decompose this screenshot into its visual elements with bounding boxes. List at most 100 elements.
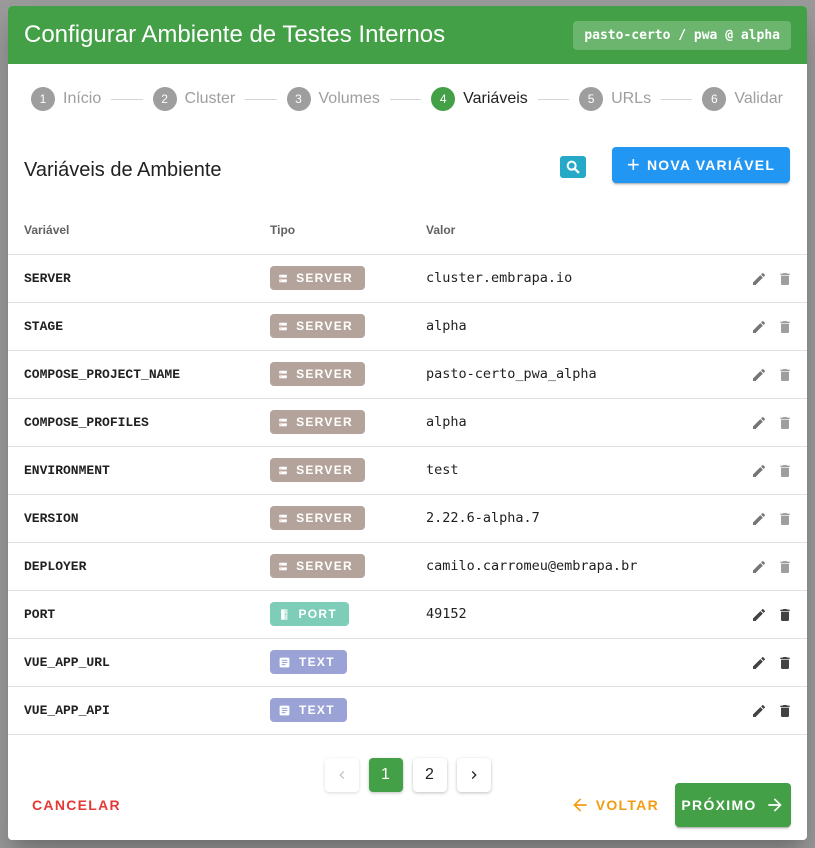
variable-type: SERVER — [254, 302, 410, 351]
edit-icon[interactable] — [751, 703, 767, 719]
delete-icon[interactable] — [777, 463, 793, 479]
edit-icon[interactable] — [751, 511, 767, 527]
server-icon — [279, 466, 287, 474]
header-type: Tipo — [254, 206, 410, 255]
variable-name: SERVER — [8, 254, 254, 303]
row-actions — [725, 398, 807, 447]
type-chip: SERVER — [270, 266, 365, 290]
new-variable-label: NOVA VARIÁVEL — [646, 157, 776, 173]
variable-name: STAGE — [8, 302, 254, 351]
step-label: URLs — [611, 90, 652, 107]
arrow-left-icon — [573, 798, 587, 812]
variable-type: SERVER — [254, 446, 410, 495]
row-actions — [725, 638, 807, 687]
variable-name: COMPOSE_PROJECT_NAME — [8, 350, 254, 399]
variable-name: ENVIRONMENT — [8, 446, 254, 495]
variable-name: PORT — [8, 590, 254, 639]
table-row: COMPOSE_PROFILES SERVER alpha — [8, 398, 807, 447]
search-icon — [566, 160, 580, 174]
type-label: SERVER — [296, 415, 353, 429]
table-header-row: Variável Tipo Valor — [8, 206, 807, 255]
edit-icon[interactable] — [751, 367, 767, 383]
variable-value: test — [410, 446, 725, 495]
plus-icon: + — [626, 152, 641, 177]
step-number: 1 — [31, 87, 55, 111]
back-button[interactable]: VOLTAR — [570, 795, 659, 815]
edit-icon[interactable] — [751, 319, 767, 335]
step-label: Volumes — [318, 90, 380, 107]
variable-type: SERVER — [254, 542, 410, 591]
stepper: 1 Início 2 Cluster 3 Volumes 4 Variáveis 5 URLs 6 V… — [8, 64, 807, 134]
step-2[interactable]: 2 Cluster — [152, 87, 235, 111]
step-label: Início — [63, 90, 102, 107]
row-actions — [725, 542, 807, 591]
delete-icon[interactable] — [777, 319, 793, 335]
back-label: VOLTAR — [595, 797, 659, 813]
variables-table: Variável Tipo Valor SERVER SERVER cluster.… — [8, 206, 807, 735]
cancel-button[interactable]: CANCELAR — [24, 789, 570, 821]
table-row: VUE_APP_API TEXT — [8, 686, 807, 735]
step-6[interactable]: 6 Validar — [702, 87, 783, 111]
edit-icon[interactable] — [751, 655, 767, 671]
table-row: COMPOSE_PROJECT_NAME SERVER pasto-certo_pw… — [8, 350, 807, 399]
type-chip: SERVER — [270, 458, 365, 482]
type-label: SERVER — [296, 559, 353, 573]
step-4[interactable]: 4 Variáveis — [431, 87, 528, 111]
row-actions — [725, 590, 807, 639]
variables-toolbar: Variáveis de Ambiente + NOVA VARIÁVEL — [8, 134, 807, 206]
edit-icon[interactable] — [751, 415, 767, 431]
type-label: SERVER — [296, 367, 353, 381]
delete-icon[interactable] — [777, 511, 793, 527]
type-chip: TEXT — [270, 650, 347, 674]
type-label: SERVER — [296, 511, 353, 525]
delete-icon[interactable] — [777, 271, 793, 287]
variable-value: camilo.carromeu@embrapa.br — [410, 542, 725, 591]
variable-type: SERVER — [254, 494, 410, 543]
edit-icon[interactable] — [751, 607, 767, 623]
new-variable-button[interactable]: + NOVA VARIÁVEL — [612, 147, 790, 183]
edit-icon[interactable] — [751, 559, 767, 575]
step-5[interactable]: 5 URLs — [579, 87, 651, 111]
step-number: 5 — [579, 87, 604, 111]
variable-name: COMPOSE_PROFILES — [8, 398, 254, 447]
text-icon — [279, 705, 290, 715]
row-actions — [725, 302, 807, 351]
edit-icon[interactable] — [751, 271, 767, 287]
search-button[interactable] — [560, 156, 586, 178]
server-icon — [279, 322, 287, 330]
variable-type: SERVER — [254, 254, 410, 303]
row-actions — [725, 254, 807, 303]
step-label: Validar — [734, 90, 783, 107]
delete-icon[interactable] — [777, 367, 793, 383]
table-row: ENVIRONMENT SERVER test — [8, 446, 807, 495]
variable-value: alpha — [410, 302, 725, 351]
table-row: STAGE SERVER alpha — [8, 302, 807, 351]
delete-icon[interactable] — [777, 703, 793, 719]
header-value: Valor — [410, 206, 725, 255]
arrow-right-icon — [767, 798, 782, 812]
project-chip: pasto-certo / pwa @ alpha — [573, 20, 791, 50]
section-title: Variáveis de Ambiente — [24, 158, 222, 181]
type-label: TEXT — [299, 655, 335, 669]
next-button[interactable]: PRÓXIMO — [675, 783, 791, 827]
next-label: PRÓXIMO — [681, 797, 757, 813]
variable-value — [410, 686, 725, 735]
step-1[interactable]: 1 Início — [31, 87, 101, 111]
delete-icon[interactable] — [777, 415, 793, 431]
step-number: 4 — [431, 87, 456, 111]
step-connector — [245, 98, 277, 100]
row-actions — [725, 686, 807, 735]
row-actions — [725, 350, 807, 399]
variable-name: DEPLOYER — [8, 542, 254, 591]
variable-value: alpha — [410, 398, 725, 447]
dialog-title: Configurar Ambiente de Testes Internos — [24, 21, 446, 48]
step-connector — [111, 98, 143, 100]
edit-icon[interactable] — [751, 463, 767, 479]
type-chip: SERVER — [270, 554, 365, 578]
delete-icon[interactable] — [777, 559, 793, 575]
header-variable: Variável — [8, 206, 254, 255]
step-3[interactable]: 3 Volumes — [286, 87, 380, 111]
variable-name: VERSION — [8, 494, 254, 543]
delete-icon[interactable] — [777, 607, 793, 623]
delete-icon[interactable] — [777, 655, 793, 671]
